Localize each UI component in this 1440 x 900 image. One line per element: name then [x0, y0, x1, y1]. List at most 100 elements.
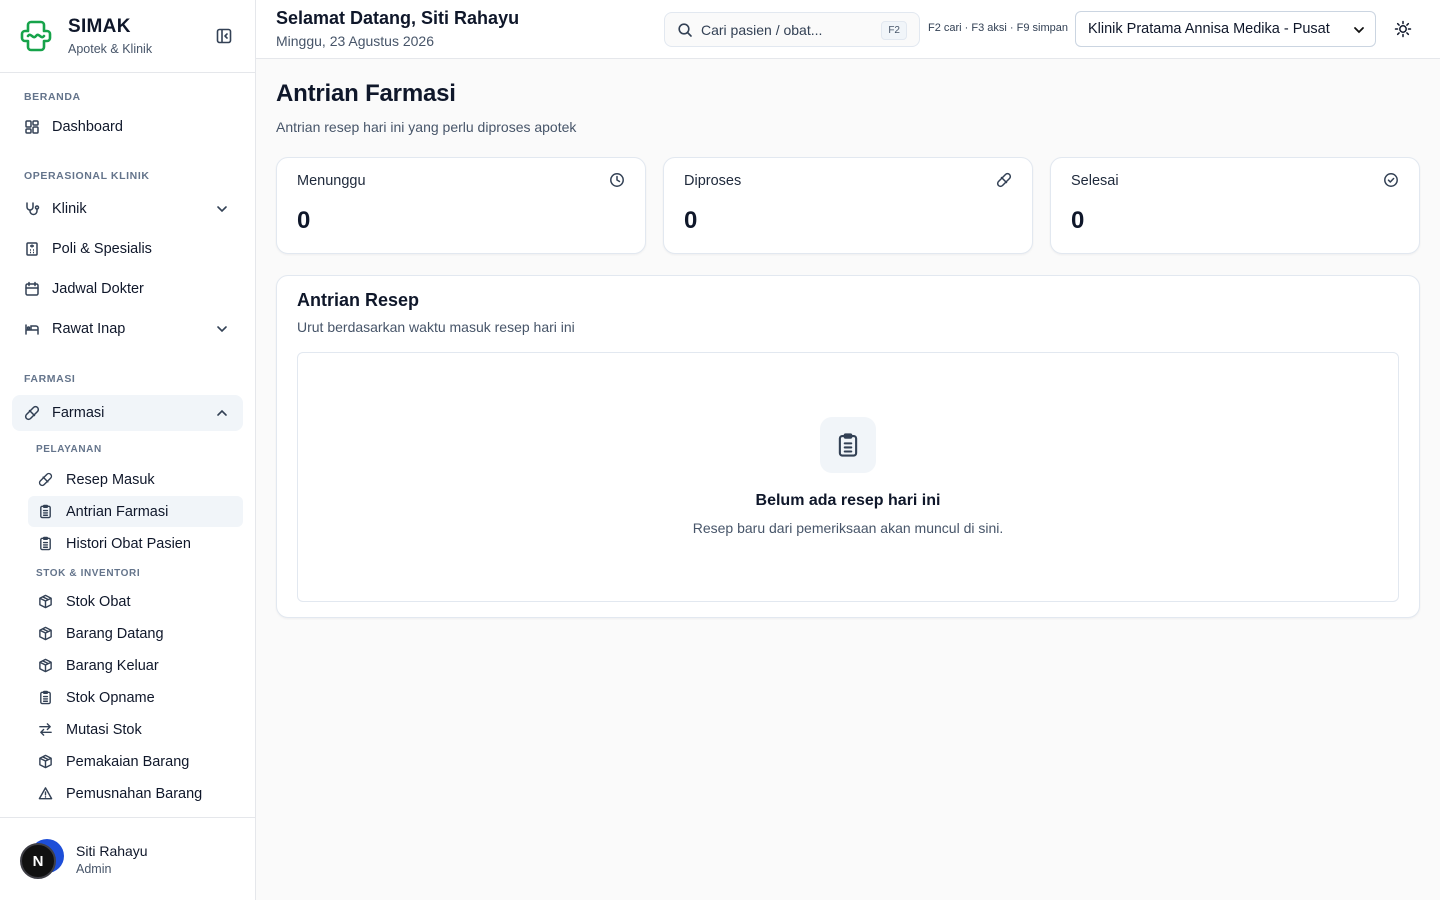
avatar[interactable]: N: [20, 839, 66, 879]
sidebar-subitem-pemusnahan-barang[interactable]: Pemusnahan Barang: [28, 778, 243, 809]
user-role: Admin: [76, 861, 112, 876]
stat-label: Menunggu: [297, 173, 366, 189]
page-title: Antrian Farmasi: [276, 80, 456, 107]
sidebar-item-poli[interactable]: Poli & Spesialis: [12, 231, 243, 267]
sidebar-subitem-label: Barang Keluar: [66, 657, 159, 674]
search-icon: [678, 22, 692, 37]
section-operasional: OPERASIONAL KLINIK: [24, 170, 150, 182]
top-header: Selamat Datang, Siti Rahayu Minggu, 23 A…: [256, 0, 1440, 59]
greeting-title: Selamat Datang, Siti Rahayu: [276, 8, 520, 28]
sidebar-subitem-label: Antrian Farmasi: [66, 503, 169, 520]
keyboard-shortcut-hints: F2 cari · F3 aksi · F9 simpan: [928, 22, 1068, 34]
stats-row: Menunggu 0 Diproses 0 Selesai 0: [276, 157, 1420, 254]
stat-value: 0: [684, 207, 698, 234]
arrows-left-right-icon: [39, 723, 52, 736]
current-date: Minggu, 23 Agustus 2026: [276, 33, 435, 49]
sun-icon[interactable]: [1394, 20, 1412, 38]
sidebar-subitem-label: Pemusnahan Barang: [66, 785, 203, 802]
sidebar-item-label: Farmasi: [52, 405, 105, 421]
stat-value: 0: [297, 207, 311, 234]
package-icon: [39, 658, 52, 673]
sidebar-item-label: Klinik: [52, 201, 87, 217]
brand: SIMAK Apotek & Klinik: [0, 0, 255, 73]
queue-subtitle: Urut berdasarkan waktu masuk resep hari …: [297, 319, 575, 335]
clipboard-list-icon: [40, 504, 51, 519]
sidebar-subitem-barang-keluar[interactable]: Barang Keluar: [28, 650, 243, 681]
greeting: Selamat Datang, Siti Rahayu Minggu, 23 A…: [276, 8, 519, 49]
empty-state: Belum ada resep hari ini Resep baru dari…: [297, 352, 1399, 602]
sidebar-item-rawat-inap[interactable]: Rawat Inap: [12, 311, 243, 347]
sidebar-item-dashboard[interactable]: Dashboard: [12, 109, 243, 145]
search-box[interactable]: F2: [664, 12, 920, 47]
sidebar-subitem-histori-obat[interactable]: Histori Obat Pasien: [28, 528, 243, 559]
sidebar-subitem-barang-datang[interactable]: Barang Datang: [28, 618, 243, 649]
sidebar-item-label: Rawat Inap: [52, 321, 126, 337]
empty-state-title: Belum ada resep hari ini: [755, 492, 941, 509]
sidebar-item-klinik[interactable]: Klinik: [12, 191, 243, 227]
search-shortcut-badge: F2: [881, 21, 907, 40]
sidebar-collapse-icon[interactable]: [215, 27, 233, 45]
sidebar-item-label: Dashboard: [52, 119, 123, 135]
sidebar-subitem-label: Stok Obat: [66, 593, 131, 610]
search-input[interactable]: [701, 21, 871, 38]
sidebar-subitem-label: Mutasi Stok: [66, 721, 142, 738]
avatar-initial: N: [20, 843, 56, 879]
sidebar-subitem-mutasi-stok[interactable]: Mutasi Stok: [28, 714, 243, 745]
section-beranda: BERANDA: [24, 91, 81, 103]
queue-card: Antrian Resep Urut berdasarkan waktu mas…: [276, 275, 1420, 618]
user-profile[interactable]: N Siti Rahayu Admin: [0, 817, 255, 900]
clinic-select[interactable]: Klinik Pratama Annisa Medika - Pusat: [1075, 11, 1376, 47]
stat-label: Selesai: [1071, 173, 1119, 189]
sidebar-subitem-label: Histori Obat Pasien: [66, 535, 191, 552]
sidebar-subitem-label: Barang Datang: [66, 625, 164, 642]
calendar-icon: [25, 281, 39, 296]
sidebar-nav: BERANDA Dashboard OPERASIONAL KLINIK Kli…: [0, 91, 255, 809]
sidebar-subitem-resep-masuk[interactable]: Resep Masuk: [28, 464, 243, 495]
package-icon: [39, 626, 52, 641]
sidebar-subitem-stok-obat[interactable]: Stok Obat: [28, 586, 243, 617]
clipboard-list-icon: [40, 690, 51, 705]
pill-icon: [38, 472, 53, 487]
sidebar-subitem-antrian-farmasi[interactable]: Antrian Farmasi: [28, 496, 243, 527]
check-circle-icon: [1384, 173, 1398, 187]
sidebar-item-farmasi[interactable]: Farmasi: [12, 395, 243, 431]
subsection-stok: STOK & INVENTORI: [36, 568, 141, 579]
sidebar-subitem-stok-opname[interactable]: Stok Opname: [28, 682, 243, 713]
brand-subtitle: Apotek & Klinik: [68, 42, 153, 56]
clinic-select-value: Klinik Pratama Annisa Medika - Pusat: [1088, 21, 1330, 37]
clipboard-list-icon: [838, 433, 858, 457]
package-icon: [39, 594, 52, 609]
clipboard-list-icon: [40, 536, 51, 551]
chevron-down-icon: [217, 206, 227, 213]
chevron-up-icon: [217, 409, 227, 416]
empty-state-icon-box: [820, 417, 876, 473]
main-content: Antrian Farmasi Antrian resep hari ini y…: [276, 59, 1420, 618]
stat-card-menunggu: Menunggu 0: [276, 157, 646, 254]
chevron-down-icon: [217, 326, 227, 333]
subsection-pelayanan: PELAYANAN: [36, 444, 102, 455]
empty-state-subtitle: Resep baru dari pemeriksaan akan muncul …: [692, 520, 1004, 536]
clock-icon: [610, 173, 624, 187]
stat-card-selesai: Selesai 0: [1050, 157, 1420, 254]
sidebar-subitem-label: Stok Opname: [66, 689, 155, 706]
sidebar-subitem-pemakaian-barang[interactable]: Pemakaian Barang: [28, 746, 243, 777]
cross-logo-icon: [20, 20, 52, 52]
sidebar: SIMAK Apotek & Klinik BERANDA Dashboard …: [0, 0, 256, 900]
sidebar-subitem-label: Resep Masuk: [66, 471, 155, 488]
sidebar-item-jadwal[interactable]: Jadwal Dokter: [12, 271, 243, 307]
user-name: Siti Rahayu: [76, 842, 148, 859]
package-icon: [39, 754, 52, 769]
pill-icon: [996, 172, 1012, 188]
page-subtitle: Antrian resep hari ini yang perlu dipros…: [276, 119, 577, 135]
stethoscope-icon: [26, 202, 40, 216]
section-farmasi: FARMASI: [24, 373, 76, 385]
sidebar-item-label: Poli & Spesialis: [52, 241, 152, 257]
brand-name: SIMAK: [68, 16, 131, 37]
stat-value: 0: [1071, 207, 1085, 234]
hospital-icon: [26, 242, 38, 256]
queue-title: Antrian Resep: [297, 290, 420, 310]
sidebar-item-label: Jadwal Dokter: [52, 281, 144, 297]
chevron-down-icon: [1354, 27, 1364, 34]
dashboard-icon: [25, 120, 39, 134]
stat-label: Diproses: [684, 173, 742, 189]
